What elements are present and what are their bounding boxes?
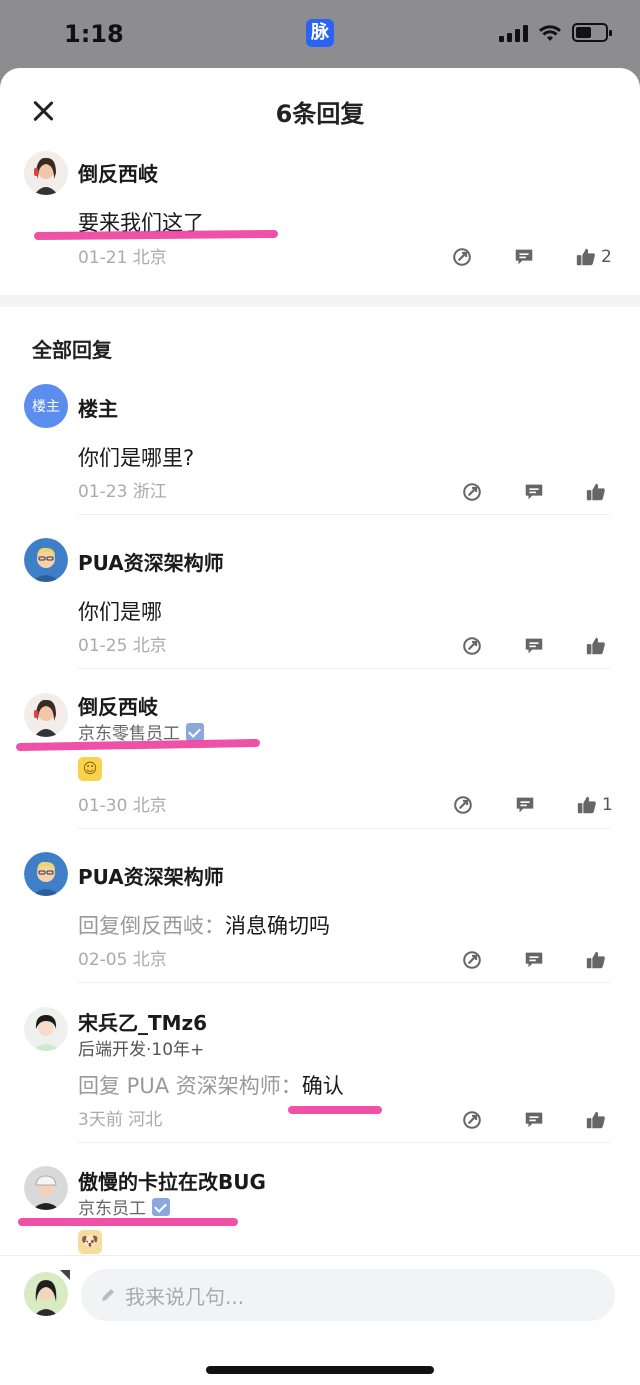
- my-avatar[interactable]: [24, 1272, 68, 1316]
- like-icon[interactable]: [584, 634, 608, 658]
- status-time: 1:18: [64, 20, 124, 48]
- reply-actions: [460, 634, 608, 658]
- bottom-input-bar: 我来说几句...: [0, 1255, 640, 1385]
- reply-actions: [460, 948, 608, 972]
- section-title: 全部回复: [32, 338, 112, 362]
- author-title: 京东员工: [78, 1199, 146, 1219]
- reply-input-placeholder: 我来说几句...: [125, 1284, 245, 1309]
- home-indicator: [206, 1366, 434, 1374]
- grin-emoji-icon: ☺: [78, 757, 102, 781]
- like-count: 2: [601, 247, 612, 267]
- reply-actions: [460, 480, 608, 504]
- section-divider: [0, 295, 640, 307]
- comment-icon[interactable]: [522, 1108, 546, 1132]
- app-indicator-icon: 脉: [306, 19, 334, 47]
- author-subtitle: 后端开发·10年+: [78, 1035, 204, 1060]
- reply-meta: 01-23 浙江: [78, 482, 167, 502]
- reply-meta: 3天前 河北: [78, 1110, 163, 1130]
- share-icon[interactable]: [451, 793, 475, 817]
- share-icon[interactable]: [460, 634, 484, 658]
- avatar[interactable]: [24, 1166, 68, 1210]
- author-subtitle: 京东员工: [78, 1194, 170, 1219]
- status-bar: 1:18 脉: [0, 0, 640, 68]
- replies-sheet: 6条回复 倒反西岐 要来我们这了 01-21 北京 2 全部回复 楼主 楼主 你…: [0, 68, 640, 1385]
- like-icon[interactable]: [584, 480, 608, 504]
- avatar[interactable]: [24, 693, 68, 737]
- reply-meta: 01-30 北京: [78, 796, 167, 816]
- divider: [78, 982, 610, 983]
- highlight-mark: [33, 229, 279, 241]
- comment-icon[interactable]: [522, 480, 546, 504]
- pencil-icon: [102, 1289, 114, 1301]
- divider: [78, 514, 610, 515]
- reply-to-prefix[interactable]: 回复倒反西岐：: [78, 914, 225, 938]
- reply-to-prefix[interactable]: 回复 PUA 资深架构师：: [78, 1074, 302, 1098]
- reply-input[interactable]: 我来说几句...: [81, 1269, 615, 1321]
- reply-author[interactable]: 宋兵乙_TMz6: [78, 1007, 207, 1036]
- reply-author[interactable]: PUA资深架构师: [78, 861, 224, 890]
- author-title: 后端开发·10年+: [78, 1040, 205, 1060]
- sheet-title: 6条回复: [275, 100, 365, 128]
- highlight-mark: [18, 1218, 238, 1226]
- reply-meta: 01-25 北京: [78, 636, 167, 656]
- avatar[interactable]: 楼主: [24, 384, 68, 428]
- avatar[interactable]: [24, 852, 68, 896]
- comment-author[interactable]: 倒反西岐: [78, 158, 158, 187]
- highlight-mark: [288, 1106, 382, 1114]
- share-icon[interactable]: [460, 1108, 484, 1132]
- reply-author[interactable]: PUA资深架构师: [78, 547, 224, 576]
- reply-text: 回复倒反西岐：消息确切吗: [78, 910, 330, 940]
- highlight-mark: [15, 738, 261, 752]
- like-icon[interactable]: [584, 1108, 608, 1132]
- avatar[interactable]: [24, 1007, 68, 1051]
- signal-icon: [499, 24, 528, 42]
- comment-icon[interactable]: [522, 948, 546, 972]
- comment-actions: 2: [450, 245, 612, 269]
- reply-text: 你们是哪: [78, 600, 162, 624]
- like-icon[interactable]: [575, 793, 599, 817]
- verified-icon: [152, 1197, 170, 1216]
- reply-text: 你们是哪里?: [78, 446, 195, 470]
- verified-icon: [186, 722, 204, 741]
- comment-meta: 01-21 北京: [78, 248, 167, 268]
- dog-emoji-icon: 🐶: [78, 1230, 102, 1254]
- reply-author[interactable]: 傲慢的卡拉在改BUG: [78, 1166, 266, 1195]
- status-icons: [499, 23, 612, 42]
- avatar[interactable]: [24, 538, 68, 582]
- reply-actions: [460, 1108, 608, 1132]
- owner-avatar-label: 楼主: [32, 399, 60, 415]
- like-count: 1: [602, 795, 613, 815]
- wifi-icon: [539, 24, 561, 41]
- reply-author[interactable]: 楼主: [78, 393, 118, 422]
- reply-meta: 02-05 北京: [78, 950, 167, 970]
- comment-icon[interactable]: [512, 245, 536, 269]
- share-icon[interactable]: [460, 480, 484, 504]
- divider: [78, 668, 610, 669]
- battery-icon: [572, 23, 612, 42]
- divider: [78, 1142, 610, 1143]
- avatar[interactable]: [24, 151, 68, 195]
- sheet-header: 6条回复: [0, 68, 640, 148]
- comment-icon[interactable]: [522, 634, 546, 658]
- like-icon[interactable]: [584, 948, 608, 972]
- reply-body: 消息确切吗: [225, 914, 330, 938]
- reply-actions: 1: [451, 793, 613, 817]
- like-icon[interactable]: [574, 245, 598, 269]
- reply-text: 回复 PUA 资深架构师：确认: [78, 1070, 344, 1100]
- share-icon[interactable]: [450, 245, 474, 269]
- divider: [78, 828, 610, 829]
- reply-author[interactable]: 倒反西岐: [78, 691, 158, 720]
- share-icon[interactable]: [460, 948, 484, 972]
- comment-icon[interactable]: [513, 793, 537, 817]
- reply-body: 确认: [301, 1074, 344, 1098]
